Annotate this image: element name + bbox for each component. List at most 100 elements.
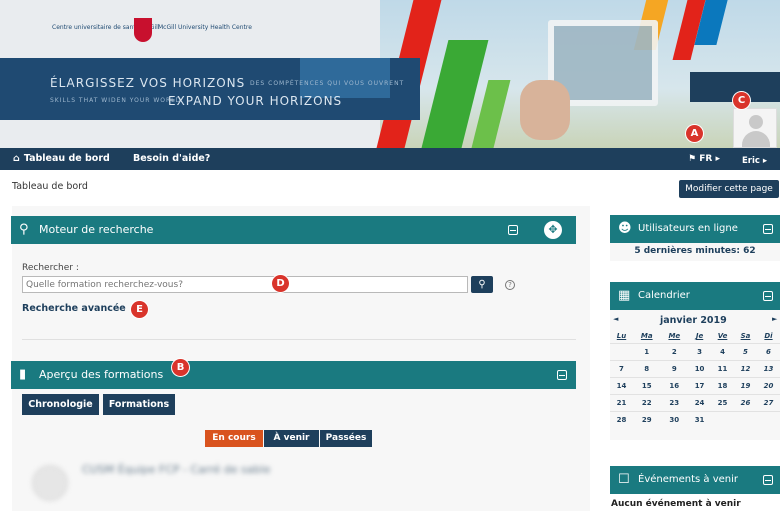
calendar-day[interactable]: 8 — [632, 359, 661, 377]
overview-block-title: Aperçu des formations — [39, 368, 164, 381]
calendar-day[interactable]: 29 — [632, 410, 661, 428]
calendar-day[interactable]: 22 — [632, 393, 661, 411]
banner-hand-image — [520, 80, 570, 140]
calendar-day[interactable]: 1 — [632, 342, 661, 360]
calendar-day[interactable]: 12 — [734, 359, 757, 377]
calendar-day[interactable]: 20 — [756, 376, 780, 394]
prev-month-icon[interactable]: ◄ — [613, 315, 618, 323]
calendar-day[interactable]: 21 — [610, 393, 633, 411]
help-icon[interactable]: ? — [505, 280, 515, 290]
banner-slogan-band-accent — [300, 58, 390, 98]
calendar-header: ▦ Calendrier — [610, 282, 780, 310]
annotation-badge-e: E — [131, 301, 148, 318]
calendar-day[interactable]: 26 — [734, 393, 757, 411]
calendar-collapse-icon[interactable] — [763, 291, 773, 301]
user-menu[interactable]: Eric ▸ — [742, 156, 767, 166]
nav-help-link[interactable]: Besoin d'aide? — [133, 148, 210, 170]
calendar-day[interactable]: 24 — [688, 393, 712, 411]
online-users-count: 5 dernières minutes: 62 — [634, 246, 756, 256]
flag-icon: ⚑ — [688, 154, 697, 164]
tab-chronologie[interactable]: Chronologie — [22, 394, 99, 415]
header-banner: Centre universitaire de santé McGill McG… — [0, 0, 780, 148]
weekday-label: Lu — [616, 332, 627, 341]
filter-en-cours[interactable]: En cours — [205, 430, 263, 447]
nav-help-label: Besoin d'aide? — [133, 153, 211, 164]
search-button[interactable]: ⚲ — [471, 276, 493, 293]
annotation-badge-b: B — [172, 359, 189, 376]
calendar-day[interactable] — [711, 410, 734, 428]
filter-a-venir[interactable]: À venir — [264, 430, 319, 447]
calendar-day[interactable]: 10 — [688, 359, 712, 377]
calendar-day[interactable]: 25 — [711, 393, 734, 411]
calendar-day[interactable]: 2 — [660, 342, 689, 360]
section-divider — [22, 339, 576, 340]
events-header: ☐ Événements à venir — [610, 466, 780, 494]
calendar-day[interactable]: 28 — [610, 410, 633, 428]
calendar-day[interactable] — [756, 410, 780, 428]
home-icon: ⌂ — [13, 153, 20, 164]
calendar-day[interactable]: 13 — [756, 359, 780, 377]
overview-block-header: ▮ Aperçu des formations — [11, 361, 576, 389]
overview-collapse-icon[interactable] — [557, 370, 567, 380]
calendar-day[interactable]: 11 — [711, 359, 734, 377]
calendar-icon: ▦ — [618, 288, 631, 303]
expand-icon[interactable]: ✥ — [544, 221, 562, 239]
online-users-header: ☻ Utilisateurs en ligne — [610, 215, 780, 243]
calendar-day[interactable] — [610, 342, 633, 360]
weekday-label: Di — [764, 332, 773, 341]
calendar-day[interactable]: 19 — [734, 376, 757, 394]
no-events-text: Aucun événement à venir — [611, 499, 741, 509]
weekday-label: Je — [695, 332, 704, 341]
calendar-day[interactable]: 27 — [756, 393, 780, 411]
calendar-day[interactable]: 3 — [688, 342, 712, 360]
calendar-day[interactable]: 18 — [711, 376, 734, 394]
muhc-logo: Centre universitaire de santé McGill McG… — [52, 18, 252, 44]
events-collapse-icon[interactable] — [763, 475, 773, 485]
calendar-week-row: 7 8 9 10 11 12 13 — [610, 359, 780, 377]
calendar-day[interactable] — [734, 410, 757, 428]
weekday-label: Me — [668, 332, 681, 341]
calendar-week-row: 14 15 16 17 18 19 20 — [610, 376, 780, 394]
nav-dashboard-label: Tableau de bord — [23, 153, 110, 164]
filter-passees[interactable]: Passées — [320, 430, 372, 447]
online-collapse-icon[interactable] — [763, 224, 773, 234]
calendar-grid: Lu Ma Me Je Ve Sa Di 1 2 3 4 5 6 7 8 9 1… — [610, 330, 780, 428]
calendar-day[interactable]: 15 — [632, 376, 661, 394]
magnifier-icon: ⚲ — [478, 279, 486, 290]
calendar-day[interactable]: 17 — [688, 376, 712, 394]
annotation-badge-c: C — [733, 92, 750, 109]
top-navbar: ⌂ Tableau de bord Besoin d'aide? ⚑ FR ▸ E… — [0, 148, 780, 170]
course-thumbnail — [32, 465, 68, 501]
calendar-day[interactable]: 6 — [756, 342, 780, 360]
calendar-day[interactable]: 23 — [660, 393, 689, 411]
calendar-day[interactable]: 4 — [711, 342, 734, 360]
calendar-week-row: 28 29 30 31 — [610, 410, 780, 428]
search-input[interactable] — [22, 276, 468, 293]
breadcrumb[interactable]: Tableau de bord — [12, 181, 88, 192]
nav-dashboard-link[interactable]: ⌂ Tableau de bord — [13, 148, 110, 170]
weekday-label: Ma — [640, 332, 653, 341]
calendar-week-row: 21 22 23 24 25 26 27 — [610, 393, 780, 411]
calendar-day[interactable]: 5 — [734, 342, 757, 360]
course-item[interactable]: CUSM Équipe FCP - Carré de sable — [32, 461, 432, 501]
user-name: Eric — [742, 156, 760, 166]
language-label: FR — [699, 154, 713, 164]
calendar-day[interactable]: 16 — [660, 376, 689, 394]
calendar-weekday-row: Lu Ma Me Je Ve Sa Di — [610, 330, 780, 343]
advanced-search-link[interactable]: Recherche avancée — [22, 303, 126, 314]
language-menu[interactable]: ⚑ FR ▸ — [688, 148, 720, 170]
modify-page-button[interactable]: Modifier cette page — [679, 180, 779, 198]
next-month-icon[interactable]: ► — [772, 315, 777, 323]
collapse-icon[interactable] — [508, 225, 518, 235]
calendar-day[interactable]: 9 — [660, 359, 689, 377]
course-title: CUSM Équipe FCP - Carré de sable — [82, 463, 271, 476]
tab-formations[interactable]: Formations — [103, 394, 175, 415]
calendar-day[interactable]: 14 — [610, 376, 633, 394]
calendar-week-row: 1 2 3 4 5 6 — [610, 342, 780, 360]
user-avatar[interactable] — [733, 108, 777, 148]
calendar-day[interactable]: 30 — [660, 410, 689, 428]
calendar-day[interactable]: 31 — [688, 410, 712, 428]
calendar-day[interactable]: 7 — [610, 359, 633, 377]
weekday-label: Ve — [717, 332, 728, 341]
chevron-right-icon: ▸ — [715, 154, 720, 164]
